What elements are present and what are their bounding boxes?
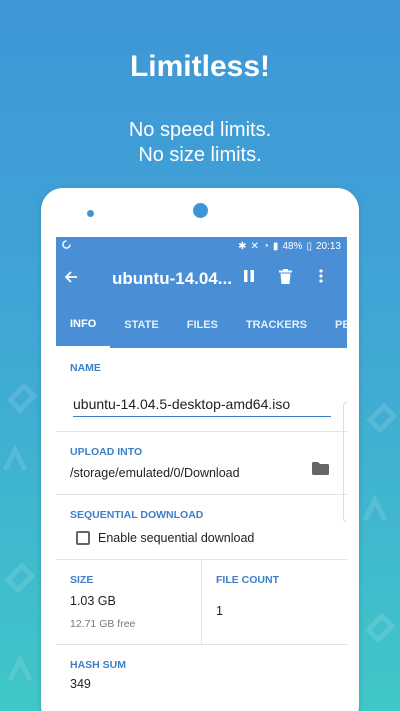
delete-icon[interactable] [267,268,303,289]
name-label: NAME [70,362,101,374]
signal-icon: ▮ [272,240,279,252]
scroll-indicator [343,402,347,522]
upload-label: UPLOAD INTO [70,446,143,458]
size-free: 12.71 GB free [70,618,136,630]
tab-info[interactable]: INFO [56,302,111,348]
upload-section: UPLOAD INTO /storage/emulated/0/Download [56,432,347,495]
phone-camera [193,203,208,218]
arrow-back-icon[interactable] [64,267,94,290]
tab-bar: INFO STATE FILES TRACKERS PEERS [56,302,347,348]
mute-icon: ✕ [250,240,259,252]
file-count-value: 1 [216,604,223,618]
tab-state[interactable]: STATE [110,302,172,348]
hash-value: 349 [70,677,91,691]
sequential-section: SEQUENTIAL DOWNLOAD Enable sequential do… [56,495,347,560]
sync-icon [62,240,238,252]
clock: 20:13 [315,240,341,252]
hash-section: HASH SUM 349 [56,645,347,705]
name-input[interactable]: ubuntu-14.04.5-desktop-amd64.iso [73,396,331,417]
battery-icon: ▯ [306,240,312,252]
sequential-checkbox[interactable] [76,531,90,545]
promo-subtitle: No speed limits. No size limits. [0,118,400,168]
size-count-row: SIZE 1.03 GB 12.71 GB free FILE COUNT 1 [56,560,347,645]
promo-subtitle-line2: No size limits. [138,144,262,166]
sequential-checkbox-label: Enable sequential download [98,531,255,545]
size-label: SIZE [70,574,94,586]
app-bar: ubuntu-14.04.... [56,255,347,302]
battery-level: 48% [282,240,303,252]
more-vert-icon[interactable] [303,269,339,288]
wifi-icon: ◔ [262,240,269,252]
tab-trackers[interactable]: TRACKERS [232,302,321,348]
app-screen: ✱ ✕ ◔ ▮ 48% ▯ 20:13 ubuntu-14.04.... INF… [56,237,347,711]
phone-speaker [87,210,94,217]
bluetooth-icon: ✱ [238,240,247,252]
size-cell: SIZE 1.03 GB 12.71 GB free [56,560,202,644]
name-section: NAME ubuntu-14.04.5-desktop-amd64.iso [56,348,347,432]
promo-subtitle-line1: No speed limits. [128,119,272,141]
promo-headline: Limitless! [129,50,271,83]
file-count-label: FILE COUNT [216,574,279,586]
status-bar: ✱ ✕ ◔ ▮ 48% ▯ 20:13 [56,237,347,255]
size-value: 1.03 GB [70,594,116,608]
upload-path: /storage/emulated/0/Download [70,466,240,480]
file-count-cell: FILE COUNT 1 [202,560,347,644]
tab-files[interactable]: FILES [173,302,232,348]
sequential-checkbox-row[interactable]: Enable sequential download [76,531,333,545]
pause-icon[interactable] [231,269,267,288]
info-content: NAME ubuntu-14.04.5-desktop-amd64.iso UP… [56,348,347,705]
tab-peers[interactable]: PEERS [321,302,347,348]
torrent-title: ubuntu-14.04.... [112,268,231,288]
hash-label: HASH SUM [70,659,127,671]
sequential-label: SEQUENTIAL DOWNLOAD [70,509,204,521]
folder-icon[interactable] [312,462,329,480]
